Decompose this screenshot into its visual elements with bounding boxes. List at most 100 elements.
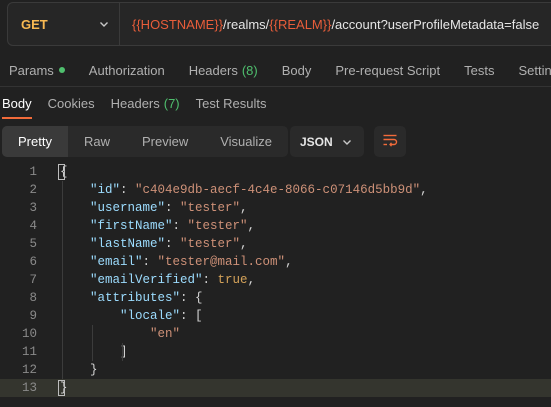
json-punctuation: : [165, 237, 181, 251]
code-line: 2 "id": "c404e9db-aecf-4c4e-8066-c07146d5… [0, 181, 551, 199]
tab-label: Authorization [88, 62, 165, 78]
code-text: "id": "c404e9db-aecf-4c4e-8066-c07146d5b… [90, 181, 428, 199]
view-mode-segmented-control: Pretty Raw Preview Visualize [2, 126, 289, 157]
tab-count: (7) [163, 95, 180, 111]
response-tab-headers[interactable]: Headers (7) [111, 87, 180, 119]
code-text: "emailVerified": true, [90, 271, 255, 289]
view-mode-pretty-button[interactable]: Pretty [2, 126, 68, 157]
method-label: GET [21, 16, 48, 32]
tab-label: Headers [110, 95, 160, 111]
tab-tests[interactable]: Tests [464, 63, 494, 78]
tab-authorization[interactable]: Authorization [89, 63, 165, 78]
json-punctuation: , [420, 183, 428, 197]
url-input[interactable]: {{HOSTNAME}}/realms/{{REALM}}/account?us… [120, 17, 539, 32]
json-punctuation: : [172, 219, 188, 233]
method-select[interactable]: GET [8, 3, 120, 45]
json-punctuation: : [120, 183, 136, 197]
tab-label: Test Results [195, 95, 267, 111]
url-variable: {{HOSTNAME}} [132, 16, 224, 32]
code-text: "username": "tester", [90, 199, 248, 217]
tab-label: Tests [464, 62, 495, 78]
json-punctuation: , [240, 201, 248, 215]
json-punctuation: : { [180, 291, 203, 305]
response-tab-test-results[interactable]: Test Results [196, 87, 267, 119]
json-punctuation: , [247, 273, 256, 287]
tab-label: Pre-request Script [335, 62, 441, 78]
code-line: 4 "firstName": "tester", [0, 217, 551, 235]
code-text: "lastName": "tester", [90, 235, 248, 253]
tab-label: Body [2, 95, 32, 111]
wrap-lines-icon [382, 132, 398, 151]
bracket-match-highlight [58, 164, 65, 180]
code-line: 11] [0, 343, 551, 361]
tab-headers[interactable]: Headers (8) [189, 63, 258, 78]
code-line: 1{ [0, 163, 551, 181]
view-mode-preview-button[interactable]: Preview [126, 126, 204, 157]
code-line: 6 "email": "tester@mail.com", [0, 253, 551, 271]
tab-count: (8) [241, 62, 258, 78]
request-tabs: Params Authorization Headers (8) Body Pre-req… [0, 52, 551, 88]
url-bar: GET {{HOSTNAME}}/realms/{{REALM}}/accoun… [7, 2, 551, 46]
line-number: 5 [29, 237, 37, 251]
indent-guide [92, 325, 93, 361]
tab-body[interactable]: Body [282, 63, 312, 78]
response-tab-body[interactable]: Body [2, 87, 32, 119]
code-line: 13} [0, 379, 551, 397]
json-boolean: true [217, 273, 248, 287]
tab-label: Settings [518, 62, 551, 78]
bracket-match-highlight [58, 380, 65, 396]
line-number: 4 [29, 219, 37, 233]
code-line: 8 "attributes": { [0, 289, 551, 307]
tab-params[interactable]: Params [9, 63, 65, 78]
tab-label: Cookies [47, 95, 95, 111]
line-number: 11 [21, 345, 37, 359]
json-punctuation: , [240, 237, 248, 251]
response-tabs: Body Cookies Headers (7) Test Results [0, 87, 551, 119]
code-line: 3 "username": "tester", [0, 199, 551, 217]
code-text: "locale": [ [120, 307, 203, 325]
json-string: "tester@mail.com" [157, 255, 286, 269]
view-mode-visualize-button[interactable]: Visualize [204, 126, 288, 157]
json-key: "firstName" [90, 219, 173, 233]
response-body-editor[interactable]: 1{2 "id": "c404e9db-aecf-4c4e-8066-c07146… [0, 163, 551, 407]
chevron-down-icon [340, 135, 354, 149]
format-select[interactable]: JSON [290, 126, 364, 157]
wrap-lines-button[interactable] [374, 126, 406, 157]
json-string: "tester" [187, 219, 248, 233]
json-string: "tester" [180, 237, 241, 251]
json-key: "id" [90, 183, 121, 197]
format-select-label: JSON [300, 134, 333, 149]
json-key: "locale" [120, 309, 181, 323]
indent-guide [122, 343, 123, 361]
json-punctuation: , [285, 255, 293, 269]
json-key: "email" [90, 255, 143, 269]
tab-pre-request-script[interactable]: Pre-request Script [335, 63, 440, 78]
json-punctuation: : [202, 273, 218, 287]
code-text: "attributes": { [90, 289, 203, 307]
code-line: 12} [0, 361, 551, 379]
json-key: "attributes" [90, 291, 181, 305]
line-number: 7 [29, 273, 37, 287]
line-number: 13 [21, 381, 37, 395]
json-key: "username" [90, 201, 166, 215]
indent-guide [62, 181, 63, 379]
line-number: 1 [29, 165, 37, 179]
line-number: 6 [29, 255, 37, 269]
line-number: 12 [21, 363, 37, 377]
code-line: 7 "emailVerified": true, [0, 271, 551, 289]
response-tab-cookies[interactable]: Cookies [48, 87, 95, 119]
json-key: "emailVerified" [90, 273, 203, 287]
tab-label: Body [281, 62, 312, 78]
view-mode-raw-button[interactable]: Raw [68, 126, 126, 157]
response-toolbar: Pretty Raw Preview Visualize JSON [0, 126, 551, 158]
json-punctuation: : [ [180, 309, 203, 323]
code-text: "en" [150, 325, 180, 343]
json-string: "c404e9db-aecf-4c4e-8066-c07146d5bb9d" [135, 183, 421, 197]
url-text: /realms/ [223, 16, 270, 32]
tab-label: Headers [188, 62, 238, 78]
json-punctuation: } [90, 363, 98, 377]
code-line: 5 "lastName": "tester", [0, 235, 551, 253]
json-punctuation: : [165, 201, 181, 215]
json-string: "en" [150, 327, 181, 341]
tab-settings[interactable]: Settings [518, 63, 551, 78]
